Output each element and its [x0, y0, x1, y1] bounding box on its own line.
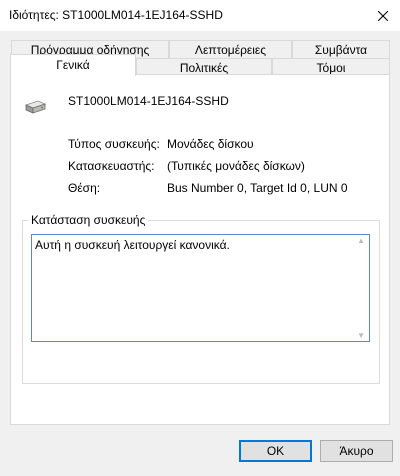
window-title: Ιδιότητες: ST1000LM014-1EJ164-SSHD	[9, 8, 223, 22]
close-icon	[378, 10, 388, 21]
device-status-label: Κατάσταση συσκευής	[28, 213, 149, 227]
tab-label: Συμβάντα	[314, 43, 368, 57]
device-status-textbox[interactable]: Αυτή η συσκευή λειτουργεί κανονικά. ▲ ▼	[31, 234, 370, 342]
tab-label: Τόμοι	[316, 61, 346, 75]
manufacturer-value: (Τυπικές μονάδες δίσκων)	[167, 159, 305, 173]
scroll-up-icon[interactable]: ▲	[357, 236, 365, 245]
tab-label: Λεπτομέρειες	[194, 43, 267, 57]
title-bar: Ιδιότητες: ST1000LM014-1EJ164-SSHD	[0, 0, 400, 31]
cancel-button[interactable]: Άκυρο	[320, 440, 393, 462]
device-name: ST1000LM014-1EJ164-SSHD	[68, 94, 229, 108]
device-status-text: Αυτή η συσκευή λειτουργεί κανονικά.	[35, 238, 230, 252]
ok-button[interactable]: OK	[239, 440, 312, 462]
device-type-value: Μονάδες δίσκου	[167, 137, 254, 151]
manufacturer-label: Κατασκευαστής:	[68, 159, 155, 173]
tab-events[interactable]: Συμβάντα	[292, 40, 390, 58]
tab-general[interactable]: Γενικά	[10, 54, 136, 76]
disk-drive-icon	[24, 100, 46, 114]
device-type-label: Τύπος συσκευής:	[68, 137, 160, 151]
status-scrollbar[interactable]: ▲ ▼	[353, 235, 369, 341]
location-label: Θέση:	[68, 181, 101, 195]
location-value: Bus Number 0, Target Id 0, LUN 0	[167, 181, 348, 195]
scroll-down-icon[interactable]: ▼	[357, 331, 365, 340]
tab-details[interactable]: Λεπτομέρειες	[169, 40, 292, 58]
tab-label: Γενικά	[56, 58, 90, 72]
tab-label: Πολιτικές	[179, 61, 229, 75]
close-button[interactable]	[366, 0, 400, 31]
